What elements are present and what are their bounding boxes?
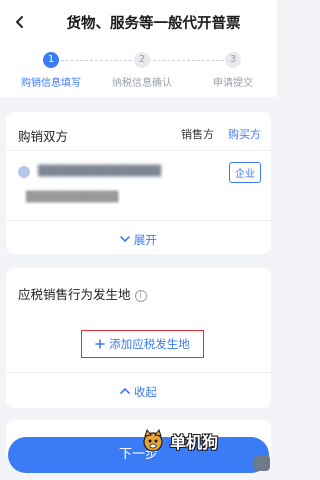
location-title: 应税销售行为发生地 i — [18, 284, 147, 303]
watermark-text: 单机狗 — [170, 433, 219, 452]
expand-button[interactable]: 展开 — [6, 232, 271, 248]
company-icon — [18, 166, 30, 178]
parties-title: 购销双方 — [18, 129, 69, 144]
add-location-label: 添加应税发生地 — [109, 337, 190, 351]
chevron-left-icon — [16, 16, 23, 28]
step-indicator: 1 2 3 购销信息填写 纳税信息确认 申请提交 — [0, 45, 277, 97]
collapse-label: 收起 — [133, 385, 157, 399]
role-tabs: 销售方 购买方 — [181, 126, 261, 142]
page-title: 货物、服务等一般代开普票 — [66, 16, 241, 32]
watermark: 单机狗 — [140, 428, 218, 454]
step-2-label: 纳税信息确认 — [112, 78, 172, 89]
company-id-redacted: ████████████ — [26, 192, 119, 203]
plus-icon — [95, 339, 106, 349]
step-connector — [56, 60, 132, 61]
back-button[interactable] — [9, 11, 31, 33]
tab-buyer[interactable]: 购买方 — [228, 126, 261, 142]
step-connector — [148, 60, 224, 61]
divider — [6, 372, 271, 373]
company-name-redacted: ████████████████ — [38, 166, 162, 177]
company-type-badge: 企业 — [229, 162, 261, 183]
tab-seller[interactable]: 销售方 — [181, 126, 214, 142]
location-title-text: 应税销售行为发生地 — [18, 287, 131, 302]
step-1-label: 购销信息填写 — [21, 78, 81, 89]
header: 货物、服务等一般代开普票 — [0, 0, 277, 45]
add-location-button[interactable]: 添加应税发生地 — [81, 330, 204, 358]
step-1-circle: 1 — [43, 52, 59, 68]
divider — [6, 220, 271, 221]
step-3-label: 申请提交 — [213, 78, 253, 89]
company-row[interactable]: ████████████████ 企业 — [18, 162, 261, 184]
floating-tool-icon[interactable] — [254, 455, 270, 471]
expand-label: 展开 — [133, 233, 157, 247]
step-3-circle: 3 — [225, 52, 241, 68]
next-step-button[interactable]: 下一步 — [8, 437, 269, 473]
location-card: 应税销售行为发生地 i 添加应税发生地 收起 — [6, 268, 271, 408]
dog-logo-icon — [143, 428, 163, 452]
step-2-circle: 2 — [134, 52, 150, 68]
info-icon[interactable]: i — [134, 290, 147, 302]
divider — [6, 150, 271, 151]
collapse-button[interactable]: 收起 — [6, 384, 271, 400]
chevron-up-icon — [120, 387, 130, 394]
parties-card: 购销双方 销售方 购买方 ████████████████ 企业 ███████… — [6, 112, 271, 254]
chevron-down-icon — [120, 236, 130, 243]
